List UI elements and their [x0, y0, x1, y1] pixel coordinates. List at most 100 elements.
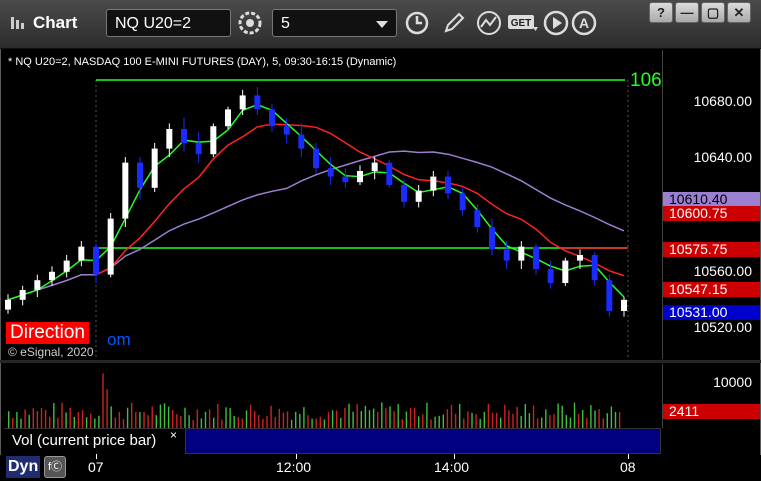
candle-body	[401, 185, 407, 202]
candle-body	[122, 162, 129, 219]
volume-bar	[24, 409, 26, 428]
volume-bar	[528, 413, 531, 428]
volume-bar	[16, 412, 18, 428]
volume-bar	[135, 412, 137, 428]
volume-bar	[512, 413, 514, 428]
volume-bar	[213, 417, 215, 428]
candle-body	[562, 260, 569, 283]
maximize-button[interactable]: ▢	[701, 2, 725, 23]
volume-bar	[106, 389, 108, 428]
price-axis[interactable]: 10680.00 10640.00 10560.00 10520.00 1061…	[662, 50, 760, 359]
candle-body	[459, 193, 466, 211]
pencil-icon[interactable]	[440, 9, 468, 37]
formula-icon[interactable]: fⒸ	[44, 456, 66, 478]
volume-bar	[73, 416, 75, 428]
volume-bar	[61, 402, 63, 428]
candle-body	[503, 249, 510, 261]
volume-bar	[90, 413, 92, 428]
close-button[interactable]: ✕	[727, 2, 751, 23]
font-icon[interactable]: A	[570, 9, 598, 37]
close-icon[interactable]: ×	[170, 428, 177, 442]
volume-study-title[interactable]: Vol (current price bar)	[4, 428, 184, 452]
volume-bar	[590, 405, 592, 428]
level-label: 106	[630, 70, 662, 91]
volume-bar	[241, 418, 244, 428]
candle-body	[137, 162, 143, 188]
volume-bar	[94, 418, 96, 428]
volume-bar	[44, 409, 47, 428]
volume-bar	[327, 412, 330, 428]
candle-body	[78, 246, 85, 261]
volume-bar	[381, 402, 383, 428]
price-chart-pane[interactable]	[2, 50, 661, 359]
volume-bar	[479, 418, 481, 428]
volume-bar	[225, 407, 227, 428]
volume-bar	[110, 406, 112, 428]
price-chart[interactable]	[2, 50, 661, 359]
help-button[interactable]: ?	[649, 2, 673, 23]
pane-divider[interactable]	[0, 360, 761, 363]
dynamic-button[interactable]: Dyn	[6, 456, 41, 478]
volume-bar	[245, 410, 248, 428]
volume-bar	[491, 412, 494, 428]
time-label: 08	[620, 459, 636, 475]
volume-bar	[614, 411, 617, 428]
volume-bar	[573, 402, 576, 428]
interval-select[interactable]: 5	[272, 9, 397, 37]
volume-bar	[426, 402, 428, 428]
clock-icon[interactable]	[403, 9, 431, 37]
volume-bar	[598, 409, 600, 428]
get-icon[interactable]: GET	[507, 9, 539, 37]
candle-body	[93, 246, 99, 275]
candle-body	[239, 95, 246, 110]
volume-bar	[315, 418, 317, 428]
volume-bar	[606, 413, 608, 428]
volume-bar	[258, 414, 260, 428]
volume-bar	[385, 408, 387, 428]
volume-bar	[36, 411, 39, 428]
volume-bar	[159, 404, 162, 428]
volume-bar	[541, 417, 543, 428]
candle-body	[210, 126, 217, 155]
symbol-input[interactable]: NQ U20=2	[106, 9, 231, 37]
settings-gear-icon[interactable]	[236, 9, 264, 37]
copyright-text: © eSignal, 2020	[8, 345, 94, 359]
volume-bar	[163, 403, 166, 428]
volume-pane[interactable]	[2, 364, 661, 428]
volume-bar	[266, 415, 268, 428]
volume-bar	[131, 402, 133, 428]
volume-axis-label: 10000	[713, 374, 752, 390]
get-label: GET	[511, 18, 532, 29]
candle-body	[5, 299, 11, 310]
volume-bar	[233, 415, 235, 428]
volume-bar	[454, 413, 457, 428]
volume-bar	[319, 416, 321, 428]
time-axis[interactable]	[0, 455, 761, 481]
study-icon[interactable]	[475, 9, 503, 37]
volume-chart[interactable]	[2, 364, 661, 428]
volume-bar	[360, 411, 362, 428]
direction-label: Direction	[6, 322, 89, 344]
volume-bar	[463, 418, 465, 428]
volume-axis[interactable]: 10000 2411	[662, 364, 760, 428]
candle-body	[386, 162, 393, 185]
candle-body	[371, 162, 378, 171]
volume-bar	[126, 407, 129, 428]
candle-body	[298, 134, 305, 149]
volume-bar	[32, 408, 34, 428]
volume-bar	[307, 415, 309, 428]
candle-body	[283, 126, 290, 135]
minimize-button[interactable]: —	[675, 2, 699, 23]
volume-bar	[249, 404, 252, 428]
play-icon[interactable]	[542, 9, 570, 37]
volume-bar	[167, 406, 170, 428]
volume-bar	[331, 410, 334, 428]
volume-bar	[53, 403, 55, 428]
volume-tag: 2411	[663, 404, 760, 419]
volume-bar	[475, 414, 477, 428]
volume-bar	[504, 404, 506, 428]
eSignal-link-text[interactable]: om	[107, 330, 131, 350]
volume-bar	[270, 405, 272, 428]
chart-legend: * NQ U20=2, NASDAQ 100 E-MINI FUTURES (D…	[8, 56, 397, 68]
volume-bar	[69, 407, 71, 428]
